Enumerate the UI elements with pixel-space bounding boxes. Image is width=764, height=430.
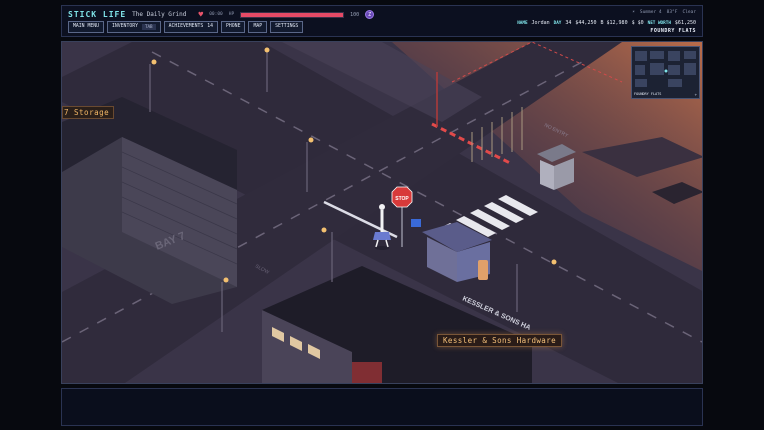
hardware-door-glow	[352, 362, 382, 383]
player-name: Jordan	[531, 20, 550, 26]
game-viewport[interactable]: STOP BAY 7 NO ENTRY SLOW KESSLER & SONS …	[61, 41, 703, 384]
minimap[interactable]: FOUNDRY FLATS +	[631, 46, 700, 99]
energy-icon: Z	[365, 10, 375, 19]
health-max: 100	[350, 11, 360, 18]
main-menu-label: MAIN MENU	[73, 24, 99, 29]
inventory-button[interactable]: INVENTORY TAB	[107, 21, 161, 33]
debt-value: $ $0	[631, 20, 644, 26]
stop-sign-text: STOP	[395, 196, 409, 202]
weather-condition: Clear	[682, 10, 696, 15]
isometric-scene: STOP BAY 7 NO ENTRY SLOW KESSLER & SONS …	[62, 42, 702, 383]
hp-prefix: HP	[228, 12, 235, 17]
achievements-label: ACHIEVEMENTS	[168, 24, 204, 29]
map-button[interactable]: MAP	[248, 21, 268, 33]
clock-readout: 00:00	[209, 12, 223, 17]
sun-icon: ☀	[632, 10, 635, 15]
health-bar-fill	[241, 12, 344, 17]
inventory-hotkey-badge: TAB	[142, 24, 156, 30]
minimap-expand-icon[interactable]: +	[695, 92, 697, 97]
weather-readout: ☀ Summer 4 83°F Clear	[632, 10, 696, 15]
achievements-button[interactable]: ACHIEVEMENTS 14	[163, 21, 219, 33]
hud-menu-row: MAIN MENU INVENTORY TAB ACHIEVEMENTS 14 …	[68, 21, 304, 33]
storage-sign: 7 Storage	[62, 106, 115, 119]
player-stats: NAME Jordan DAY 34 $44,250 B $12,980 $ $…	[517, 20, 696, 26]
settings-button[interactable]: SETTINGS	[270, 21, 304, 33]
dialog-box	[61, 388, 703, 426]
game-title: STICK LIFE	[68, 10, 127, 19]
bus-ad-panel	[478, 260, 488, 280]
kessler-sign: Kessler & Sons Hardware	[437, 334, 563, 347]
phone-label: PHONE	[226, 24, 241, 29]
networth-key: NET WORTH	[647, 20, 671, 26]
weather-temp: 83°F	[666, 10, 678, 15]
day-key: DAY	[553, 20, 562, 26]
main-menu-button[interactable]: MAIN MENU	[68, 21, 104, 33]
heart-icon: ♥	[198, 10, 204, 19]
name-key: NAME	[517, 20, 528, 26]
map-label: MAP	[253, 24, 263, 29]
hud-title-row: STICK LIFE The Daily Grind ♥ 00:00 HP 10…	[68, 9, 375, 20]
game-subtitle: The Daily Grind	[132, 11, 187, 18]
phone-button[interactable]: PHONE	[221, 21, 246, 33]
bank-value: B $12,980	[600, 20, 628, 26]
settings-label: SETTINGS	[275, 24, 299, 29]
minimap-graphic	[632, 47, 699, 98]
day-value: 34	[565, 20, 572, 26]
location-name: FOUNDRY FLATS	[650, 28, 696, 34]
cash-value: $44,250	[575, 20, 597, 26]
inventory-label: INVENTORY	[112, 24, 138, 29]
weather-season: Summer 4	[639, 10, 662, 15]
street-sign	[411, 219, 421, 227]
minimap-location-label: FOUNDRY FLATS	[634, 92, 662, 96]
networth-value: $61,250	[674, 20, 696, 26]
achievements-count: 14	[207, 24, 214, 29]
hud-bar: STICK LIFE The Daily Grind ♥ 00:00 HP 10…	[61, 5, 703, 37]
health-bar	[240, 11, 345, 18]
